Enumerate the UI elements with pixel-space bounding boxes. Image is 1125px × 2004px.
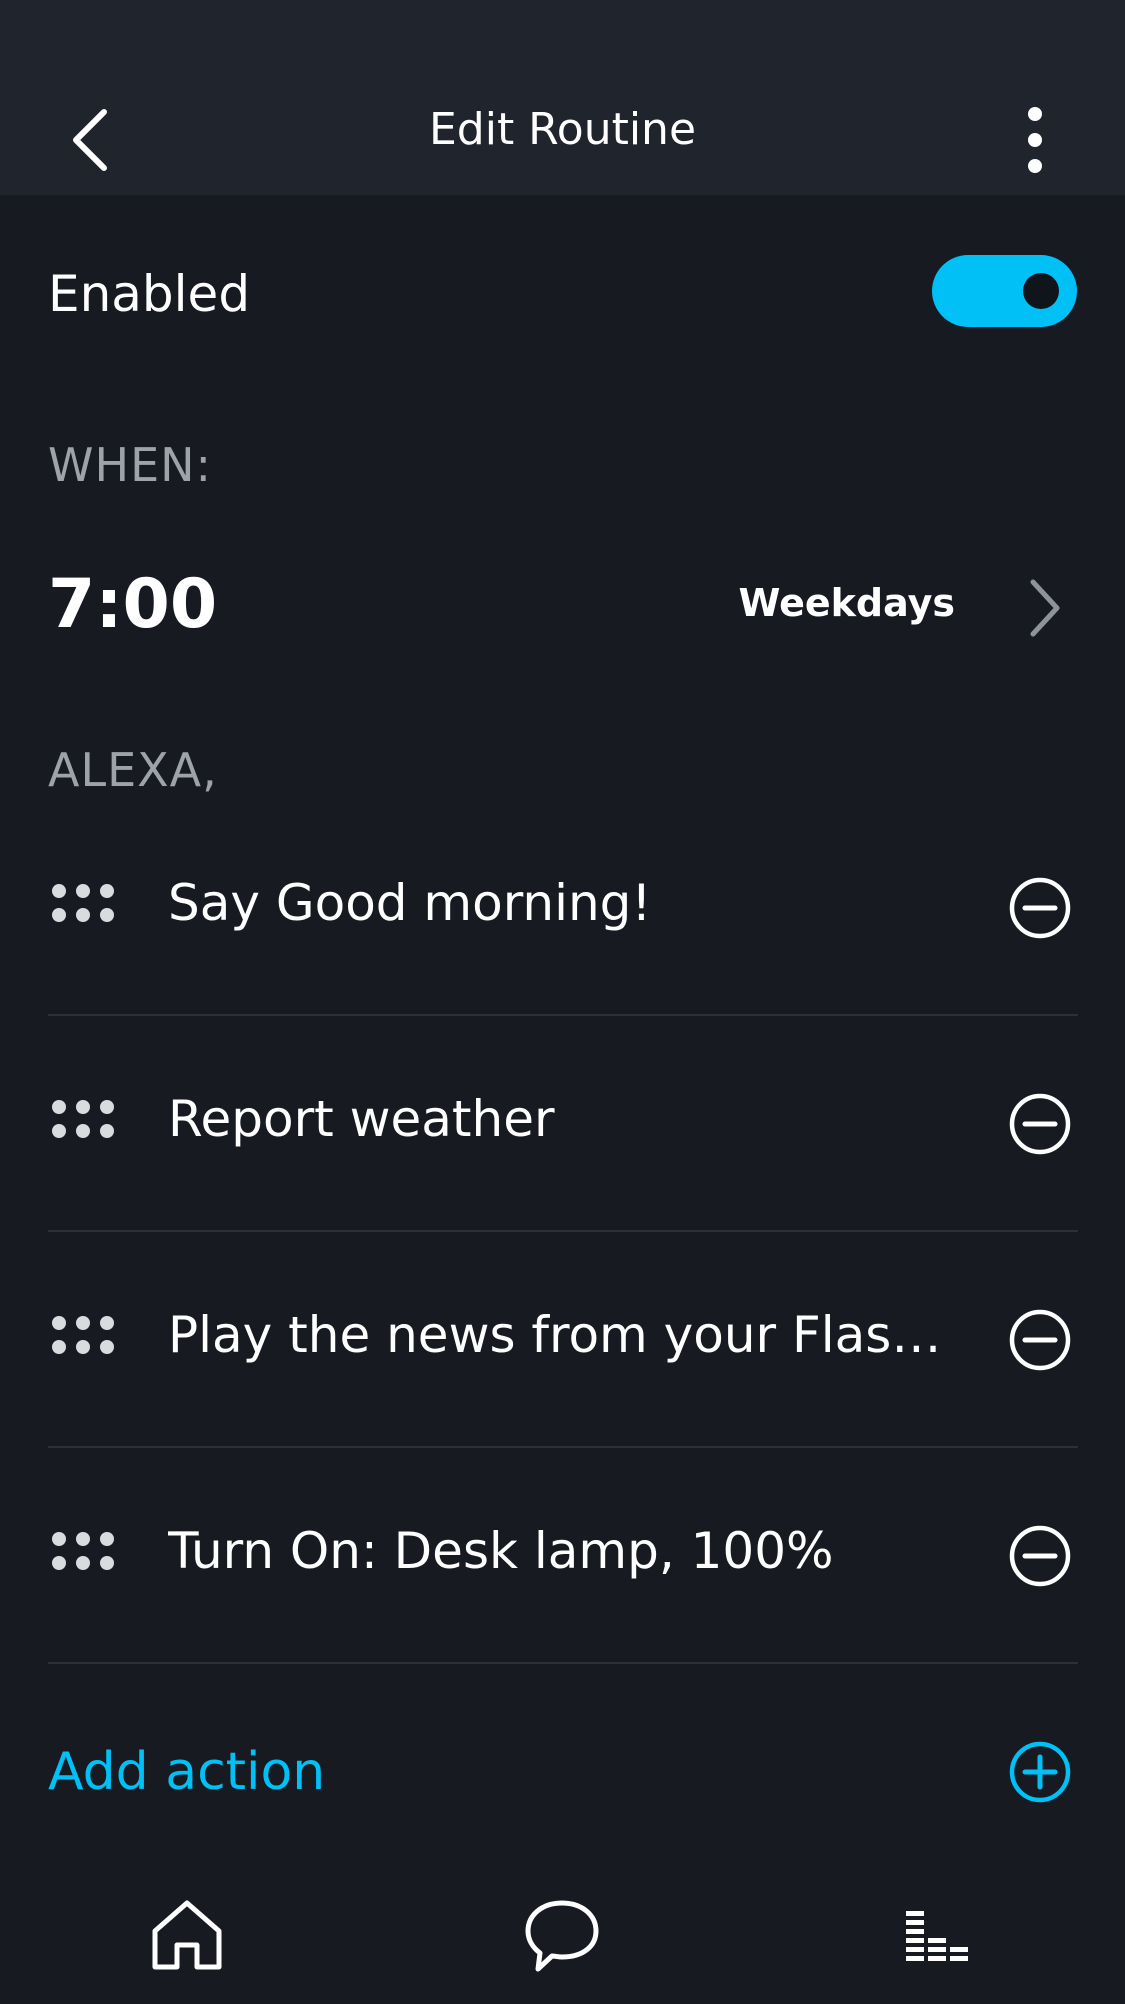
alexa-section-label: ALEXA, [48, 743, 218, 797]
bottom-navigation [0, 1870, 1125, 2004]
status-bar [0, 0, 1125, 60]
drag-handle-icon[interactable] [52, 1100, 114, 1144]
back-button[interactable] [60, 100, 120, 180]
action-label: Play the news from your Flash… [168, 1306, 968, 1364]
remove-circle-icon[interactable] [1008, 1092, 1072, 1156]
drag-handle-icon[interactable] [52, 884, 114, 928]
add-action-label[interactable]: Add action [48, 1742, 325, 1802]
divider [48, 1662, 1078, 1664]
chat-bubble-icon [525, 1900, 599, 1972]
action-label: Say Good morning! [168, 874, 652, 932]
remove-circle-icon[interactable] [1008, 876, 1072, 940]
schedule-days: Weekdays [738, 581, 955, 625]
enabled-row: Enabled [0, 245, 1125, 341]
home-icon [152, 1900, 222, 1970]
list-item[interactable]: Play the news from your Flash… [0, 1232, 1125, 1448]
list-item[interactable]: Report weather [0, 1016, 1125, 1232]
action-label: Report weather [168, 1090, 555, 1148]
remove-circle-icon[interactable] [1008, 1308, 1072, 1372]
when-section-label: WHEN: [48, 438, 213, 492]
enabled-toggle[interactable] [932, 255, 1077, 327]
schedule-time: 7:00 [48, 565, 218, 644]
chevron-right-icon [1020, 573, 1070, 643]
add-action-row[interactable]: Add action [0, 1722, 1125, 1822]
schedule-row[interactable]: 7:00 Weekdays [0, 555, 1125, 655]
nav-communicate-button[interactable] [517, 1890, 607, 1980]
drag-handle-icon[interactable] [52, 1532, 114, 1576]
activity-bars-icon [906, 1911, 968, 1961]
list-item[interactable]: Say Good morning! [0, 800, 1125, 1016]
more-vertical-icon [1028, 107, 1042, 121]
drag-handle-icon[interactable] [52, 1316, 114, 1360]
more-vertical-icon [1028, 159, 1042, 173]
chevron-left-icon [73, 109, 107, 171]
remove-circle-icon[interactable] [1008, 1524, 1072, 1588]
enabled-label: Enabled [48, 265, 251, 323]
action-label: Turn On: Desk lamp, 100% [168, 1522, 834, 1580]
header-bar: Edit Routine [0, 60, 1125, 195]
toggle-knob [1023, 273, 1059, 309]
app-screen: Edit Routine Enabled WHEN: 7:00 Weekdays… [0, 0, 1125, 2004]
nav-activity-button[interactable] [892, 1890, 982, 1980]
page-title: Edit Routine [0, 60, 1125, 200]
list-item[interactable]: Turn On: Desk lamp, 100% [0, 1448, 1125, 1664]
more-vertical-icon [1028, 133, 1042, 147]
nav-home-button[interactable] [142, 1890, 232, 1980]
add-circle-icon[interactable] [1008, 1740, 1072, 1804]
more-options-button[interactable] [1010, 90, 1060, 190]
page-title-text: Edit Routine [428, 104, 697, 155]
